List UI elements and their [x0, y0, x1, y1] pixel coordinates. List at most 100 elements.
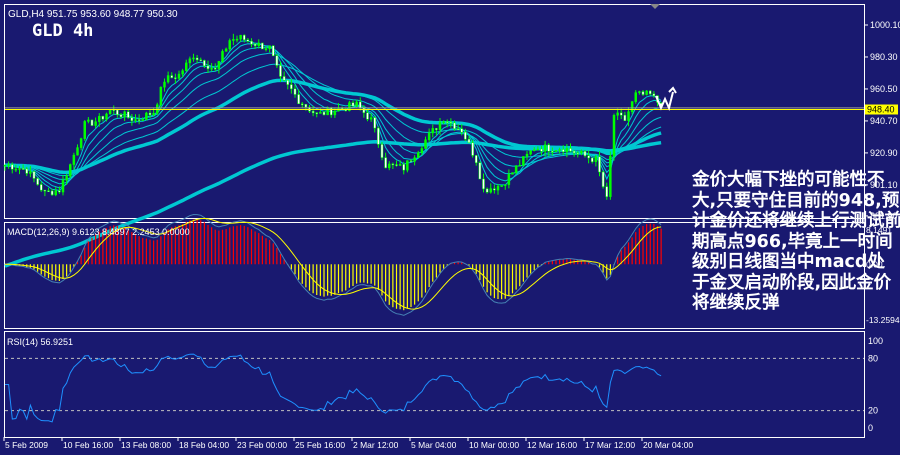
- time-tick-label: 17 Mar 12:00: [585, 440, 635, 450]
- candle-body: [333, 110, 337, 116]
- candle-body: [525, 153, 529, 157]
- candle-body: [127, 111, 130, 118]
- candle-body: [319, 111, 322, 114]
- candle-body: [243, 34, 246, 40]
- candle-body: [395, 164, 398, 166]
- candle-body: [221, 51, 224, 62]
- candle-body: [601, 171, 605, 187]
- time-tick-label: 25 Feb 16:00: [295, 440, 345, 450]
- candle-body: [605, 186, 608, 197]
- candle-body: [413, 157, 416, 162]
- candle-body: [145, 112, 148, 120]
- candle-body: [485, 188, 489, 193]
- candle-body: [43, 189, 47, 192]
- candle-body: [293, 88, 297, 95]
- candle-body: [467, 138, 471, 143]
- candle-body: [609, 155, 612, 197]
- candle-body: [580, 151, 583, 154]
- candle-body: [583, 151, 587, 157]
- candle-body: [123, 111, 126, 118]
- candle-body: [453, 122, 456, 129]
- candle-body: [398, 164, 402, 166]
- candle-body: [40, 184, 43, 191]
- time-tick-label: 12 Mar 16:00: [527, 440, 577, 450]
- price-tick-label: 980.30: [870, 52, 898, 62]
- candle-body: [500, 185, 503, 187]
- candle-body: [94, 121, 97, 126]
- time-tick-label: 18 Feb 04:00: [179, 440, 229, 450]
- rsi-tick-label: 80: [868, 353, 878, 363]
- candle-body: [188, 58, 192, 64]
- rsi-tick-label: 0: [868, 423, 873, 433]
- time-tick-label: 10 Mar 00:00: [469, 440, 519, 450]
- candle-body: [18, 168, 21, 170]
- candle-body: [156, 104, 159, 114]
- candle-body: [272, 45, 275, 56]
- candle-body: [551, 151, 554, 153]
- candle-body: [638, 91, 641, 93]
- candle-body: [32, 171, 36, 179]
- candle-body: [297, 94, 300, 105]
- candle-body: [301, 103, 304, 106]
- candle-body: [217, 61, 221, 69]
- candle-body: [514, 165, 518, 173]
- candle-body: [250, 40, 253, 45]
- candle-body: [562, 149, 565, 152]
- candle-body: [130, 117, 134, 121]
- candle-body: [456, 128, 460, 130]
- bid-price-label: 948.40: [867, 104, 895, 114]
- candle-body: [507, 174, 511, 185]
- candle-body: [482, 178, 485, 190]
- candle-body: [409, 160, 413, 162]
- candle-body: [232, 39, 235, 41]
- candle-body: [69, 164, 72, 177]
- candle-body: [87, 119, 90, 122]
- candle-body: [471, 142, 474, 156]
- candle-body: [235, 38, 239, 41]
- candle-body: [181, 70, 184, 75]
- candle-body: [47, 190, 50, 192]
- time-tick-label: 2 Mar 12:00: [353, 440, 399, 450]
- candle-body: [427, 132, 431, 140]
- candle-body: [435, 128, 438, 130]
- candle-body: [279, 65, 282, 77]
- candle-body: [141, 119, 144, 121]
- time-tick-label: 23 Feb 00:00: [237, 440, 287, 450]
- candle-body: [612, 115, 616, 157]
- candle-body: [311, 110, 315, 114]
- candle-body: [98, 116, 101, 122]
- candle-body: [554, 150, 558, 152]
- candle-body: [496, 185, 500, 191]
- candle-body: [438, 122, 442, 130]
- candle-body: [645, 90, 648, 95]
- candle-body: [264, 48, 268, 51]
- candle-body: [7, 164, 10, 166]
- candle-body: [170, 75, 173, 78]
- candle-body: [391, 163, 395, 166]
- candle-body: [373, 117, 376, 129]
- candle-body: [464, 131, 467, 140]
- candle-body: [442, 121, 445, 123]
- candle-body: [388, 163, 391, 169]
- candle-body: [315, 112, 318, 115]
- candle-body: [58, 190, 61, 193]
- time-tick-label: 5 Feb 2009: [5, 440, 48, 450]
- rsi-label: RSI(14) 56.9251: [7, 337, 73, 347]
- candle-body: [627, 111, 630, 121]
- candle-body: [224, 48, 228, 52]
- candle-body: [493, 188, 496, 191]
- candle-body: [54, 190, 57, 196]
- candle-body: [504, 184, 507, 186]
- candle-body: [384, 157, 387, 169]
- candle-body: [355, 101, 358, 107]
- candle-body: [540, 148, 543, 152]
- candle-body: [587, 155, 590, 159]
- candle-body: [134, 119, 137, 121]
- candle-body: [322, 111, 326, 116]
- candle-body: [377, 127, 380, 145]
- chart-title: GLD 4h: [32, 21, 93, 41]
- candle-body: [206, 65, 210, 69]
- candle-body: [152, 113, 155, 116]
- candle-body: [137, 119, 141, 121]
- candle-body: [478, 162, 482, 180]
